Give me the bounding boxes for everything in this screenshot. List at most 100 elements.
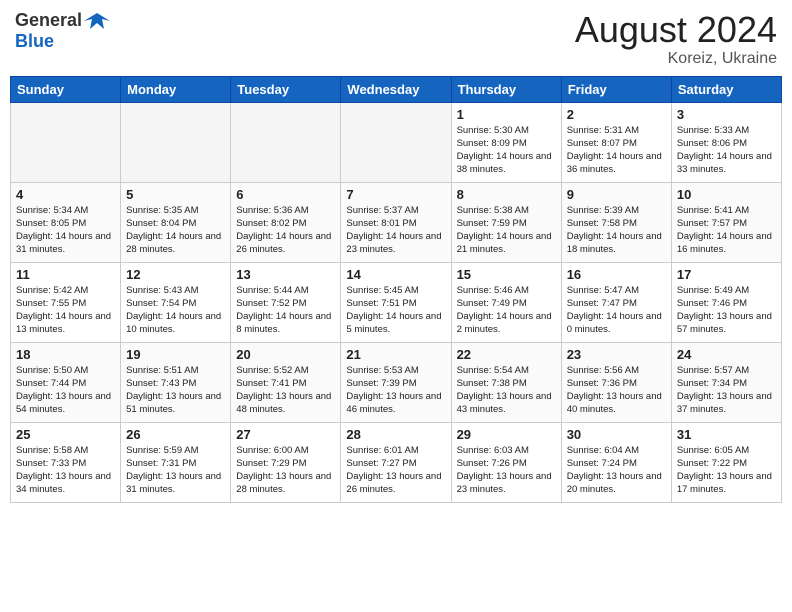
header-monday: Monday	[121, 76, 231, 102]
calendar-cell: 9 Sunrise: 5:39 AMSunset: 7:58 PMDaylight…	[561, 182, 671, 262]
day-number: 19	[126, 347, 225, 362]
day-number: 14	[346, 267, 445, 282]
calendar-cell	[231, 102, 341, 182]
calendar-cell: 25Sunrise: 5:58 AMSunset: 7:33 PMDayligh…	[11, 422, 121, 502]
day-number: 18	[16, 347, 115, 362]
day-number: 24	[677, 347, 776, 362]
calendar-cell: 14 Sunrise: 5:45 AMSunset: 7:51 PMDayligh…	[341, 262, 451, 342]
cell-info: Sunrise: 5:37 AMSunset: 8:01 PMDaylight:…	[346, 204, 445, 257]
cell-info: Sunrise: 5:53 AMSunset: 7:39 PMDaylight:…	[346, 364, 445, 417]
calendar-cell: 11Sunrise: 5:42 AMSunset: 7:55 PMDayligh…	[11, 262, 121, 342]
day-number: 29	[457, 427, 556, 442]
title-block: August 2024 Koreiz, Ukraine	[575, 10, 777, 68]
cell-info: Sunrise: 5:31 AMSunset: 8:07 PMDaylight:…	[567, 124, 666, 177]
calendar-cell: 3Sunrise: 5:33 AMSunset: 8:06 PMDaylight…	[671, 102, 781, 182]
calendar-cell: 6 Sunrise: 5:36 AMSunset: 8:02 PMDaylight…	[231, 182, 341, 262]
header-wednesday: Wednesday	[341, 76, 451, 102]
cell-info: Sunrise: 6:04 AMSunset: 7:24 PMDaylight:…	[567, 444, 666, 497]
calendar-table: SundayMondayTuesdayWednesdayThursdayFrid…	[10, 76, 782, 503]
day-number: 4	[16, 187, 115, 202]
page-header: General Blue August 2024 Koreiz, Ukraine	[10, 10, 782, 68]
calendar-cell: 20Sunrise: 5:52 AMSunset: 7:41 PMDayligh…	[231, 342, 341, 422]
calendar-cell	[341, 102, 451, 182]
calendar-cell: 8 Sunrise: 5:38 AMSunset: 7:59 PMDaylight…	[451, 182, 561, 262]
days-header-row: SundayMondayTuesdayWednesdayThursdayFrid…	[11, 76, 782, 102]
day-number: 2	[567, 107, 666, 122]
calendar-cell: 22 Sunrise: 5:54 AMSunset: 7:38 PMDayligh…	[451, 342, 561, 422]
day-number: 22	[457, 347, 556, 362]
calendar-cell: 17 Sunrise: 5:49 AMSunset: 7:46 PMDayligh…	[671, 262, 781, 342]
cell-info: Sunrise: 5:58 AMSunset: 7:33 PMDaylight:…	[16, 444, 115, 497]
cell-info: Sunrise: 5:36 AMSunset: 8:02 PMDaylight:…	[236, 204, 335, 257]
header-saturday: Saturday	[671, 76, 781, 102]
week-row-2: 4 Sunrise: 5:34 AMSunset: 8:05 PMDaylight…	[11, 182, 782, 262]
calendar-cell: 23 Sunrise: 5:56 AMSunset: 7:36 PMDayligh…	[561, 342, 671, 422]
week-row-3: 11Sunrise: 5:42 AMSunset: 7:55 PMDayligh…	[11, 262, 782, 342]
calendar-cell: 24 Sunrise: 5:57 AMSunset: 7:34 PMDayligh…	[671, 342, 781, 422]
calendar-cell	[121, 102, 231, 182]
calendar-cell: 31Sunrise: 6:05 AMSunset: 7:22 PMDayligh…	[671, 422, 781, 502]
cell-info: Sunrise: 5:35 AMSunset: 8:04 PMDaylight:…	[126, 204, 225, 257]
week-row-4: 18 Sunrise: 5:50 AMSunset: 7:44 PMDayligh…	[11, 342, 782, 422]
cell-info: Sunrise: 5:46 AMSunset: 7:49 PMDaylight:…	[457, 284, 556, 337]
day-number: 13	[236, 267, 335, 282]
day-number: 3	[677, 107, 776, 122]
cell-info: Sunrise: 5:44 AMSunset: 7:52 PMDaylight:…	[236, 284, 335, 337]
calendar-cell: 16 Sunrise: 5:47 AMSunset: 7:47 PMDayligh…	[561, 262, 671, 342]
calendar-cell: 29 Sunrise: 6:03 AMSunset: 7:26 PMDayligh…	[451, 422, 561, 502]
day-number: 16	[567, 267, 666, 282]
day-number: 8	[457, 187, 556, 202]
day-number: 28	[346, 427, 445, 442]
cell-info: Sunrise: 5:51 AMSunset: 7:43 PMDaylight:…	[126, 364, 225, 417]
day-number: 21	[346, 347, 445, 362]
header-tuesday: Tuesday	[231, 76, 341, 102]
location-subtitle: Koreiz, Ukraine	[575, 50, 777, 68]
calendar-cell: 2 Sunrise: 5:31 AMSunset: 8:07 PMDaylight…	[561, 102, 671, 182]
cell-info: Sunrise: 5:39 AMSunset: 7:58 PMDaylight:…	[567, 204, 666, 257]
cell-info: Sunrise: 5:56 AMSunset: 7:36 PMDaylight:…	[567, 364, 666, 417]
cell-info: Sunrise: 5:42 AMSunset: 7:55 PMDaylight:…	[16, 284, 115, 337]
cell-info: Sunrise: 5:34 AMSunset: 8:05 PMDaylight:…	[16, 204, 115, 257]
calendar-cell: 28Sunrise: 6:01 AMSunset: 7:27 PMDayligh…	[341, 422, 451, 502]
day-number: 27	[236, 427, 335, 442]
day-number: 15	[457, 267, 556, 282]
cell-info: Sunrise: 5:45 AMSunset: 7:51 PMDaylight:…	[346, 284, 445, 337]
cell-info: Sunrise: 5:57 AMSunset: 7:34 PMDaylight:…	[677, 364, 776, 417]
cell-info: Sunrise: 5:54 AMSunset: 7:38 PMDaylight:…	[457, 364, 556, 417]
cell-info: Sunrise: 6:03 AMSunset: 7:26 PMDaylight:…	[457, 444, 556, 497]
cell-info: Sunrise: 5:52 AMSunset: 7:41 PMDaylight:…	[236, 364, 335, 417]
day-number: 17	[677, 267, 776, 282]
cell-info: Sunrise: 5:43 AMSunset: 7:54 PMDaylight:…	[126, 284, 225, 337]
logo-general-text: General	[15, 10, 82, 31]
calendar-cell: 13 Sunrise: 5:44 AMSunset: 7:52 PMDayligh…	[231, 262, 341, 342]
day-number: 5	[126, 187, 225, 202]
day-number: 23	[567, 347, 666, 362]
calendar-cell: 15 Sunrise: 5:46 AMSunset: 7:49 PMDayligh…	[451, 262, 561, 342]
header-thursday: Thursday	[451, 76, 561, 102]
day-number: 1	[457, 107, 556, 122]
calendar-cell: 1 Sunrise: 5:30 AMSunset: 8:09 PMDaylight…	[451, 102, 561, 182]
calendar-cell: 4 Sunrise: 5:34 AMSunset: 8:05 PMDaylight…	[11, 182, 121, 262]
calendar-cell: 18 Sunrise: 5:50 AMSunset: 7:44 PMDayligh…	[11, 342, 121, 422]
cell-info: Sunrise: 5:38 AMSunset: 7:59 PMDaylight:…	[457, 204, 556, 257]
calendar-cell: 27 Sunrise: 6:00 AMSunset: 7:29 PMDayligh…	[231, 422, 341, 502]
cell-info: Sunrise: 5:49 AMSunset: 7:46 PMDaylight:…	[677, 284, 776, 337]
cell-info: Sunrise: 6:00 AMSunset: 7:29 PMDaylight:…	[236, 444, 335, 497]
header-sunday: Sunday	[11, 76, 121, 102]
day-number: 26	[126, 427, 225, 442]
calendar-cell	[11, 102, 121, 182]
calendar-cell: 19 Sunrise: 5:51 AMSunset: 7:43 PMDayligh…	[121, 342, 231, 422]
cell-info: Sunrise: 5:50 AMSunset: 7:44 PMDaylight:…	[16, 364, 115, 417]
day-number: 30	[567, 427, 666, 442]
cell-info: Sunrise: 5:41 AMSunset: 7:57 PMDaylight:…	[677, 204, 776, 257]
day-number: 6	[236, 187, 335, 202]
day-number: 10	[677, 187, 776, 202]
calendar-cell: 5 Sunrise: 5:35 AMSunset: 8:04 PMDaylight…	[121, 182, 231, 262]
calendar-cell: 7Sunrise: 5:37 AMSunset: 8:01 PMDaylight…	[341, 182, 451, 262]
cell-info: Sunrise: 5:47 AMSunset: 7:47 PMDaylight:…	[567, 284, 666, 337]
calendar-cell: 10 Sunrise: 5:41 AMSunset: 7:57 PMDayligh…	[671, 182, 781, 262]
calendar-cell: 26Sunrise: 5:59 AMSunset: 7:31 PMDayligh…	[121, 422, 231, 502]
cell-info: Sunrise: 5:30 AMSunset: 8:09 PMDaylight:…	[457, 124, 556, 177]
week-row-1: 1 Sunrise: 5:30 AMSunset: 8:09 PMDaylight…	[11, 102, 782, 182]
day-number: 9	[567, 187, 666, 202]
